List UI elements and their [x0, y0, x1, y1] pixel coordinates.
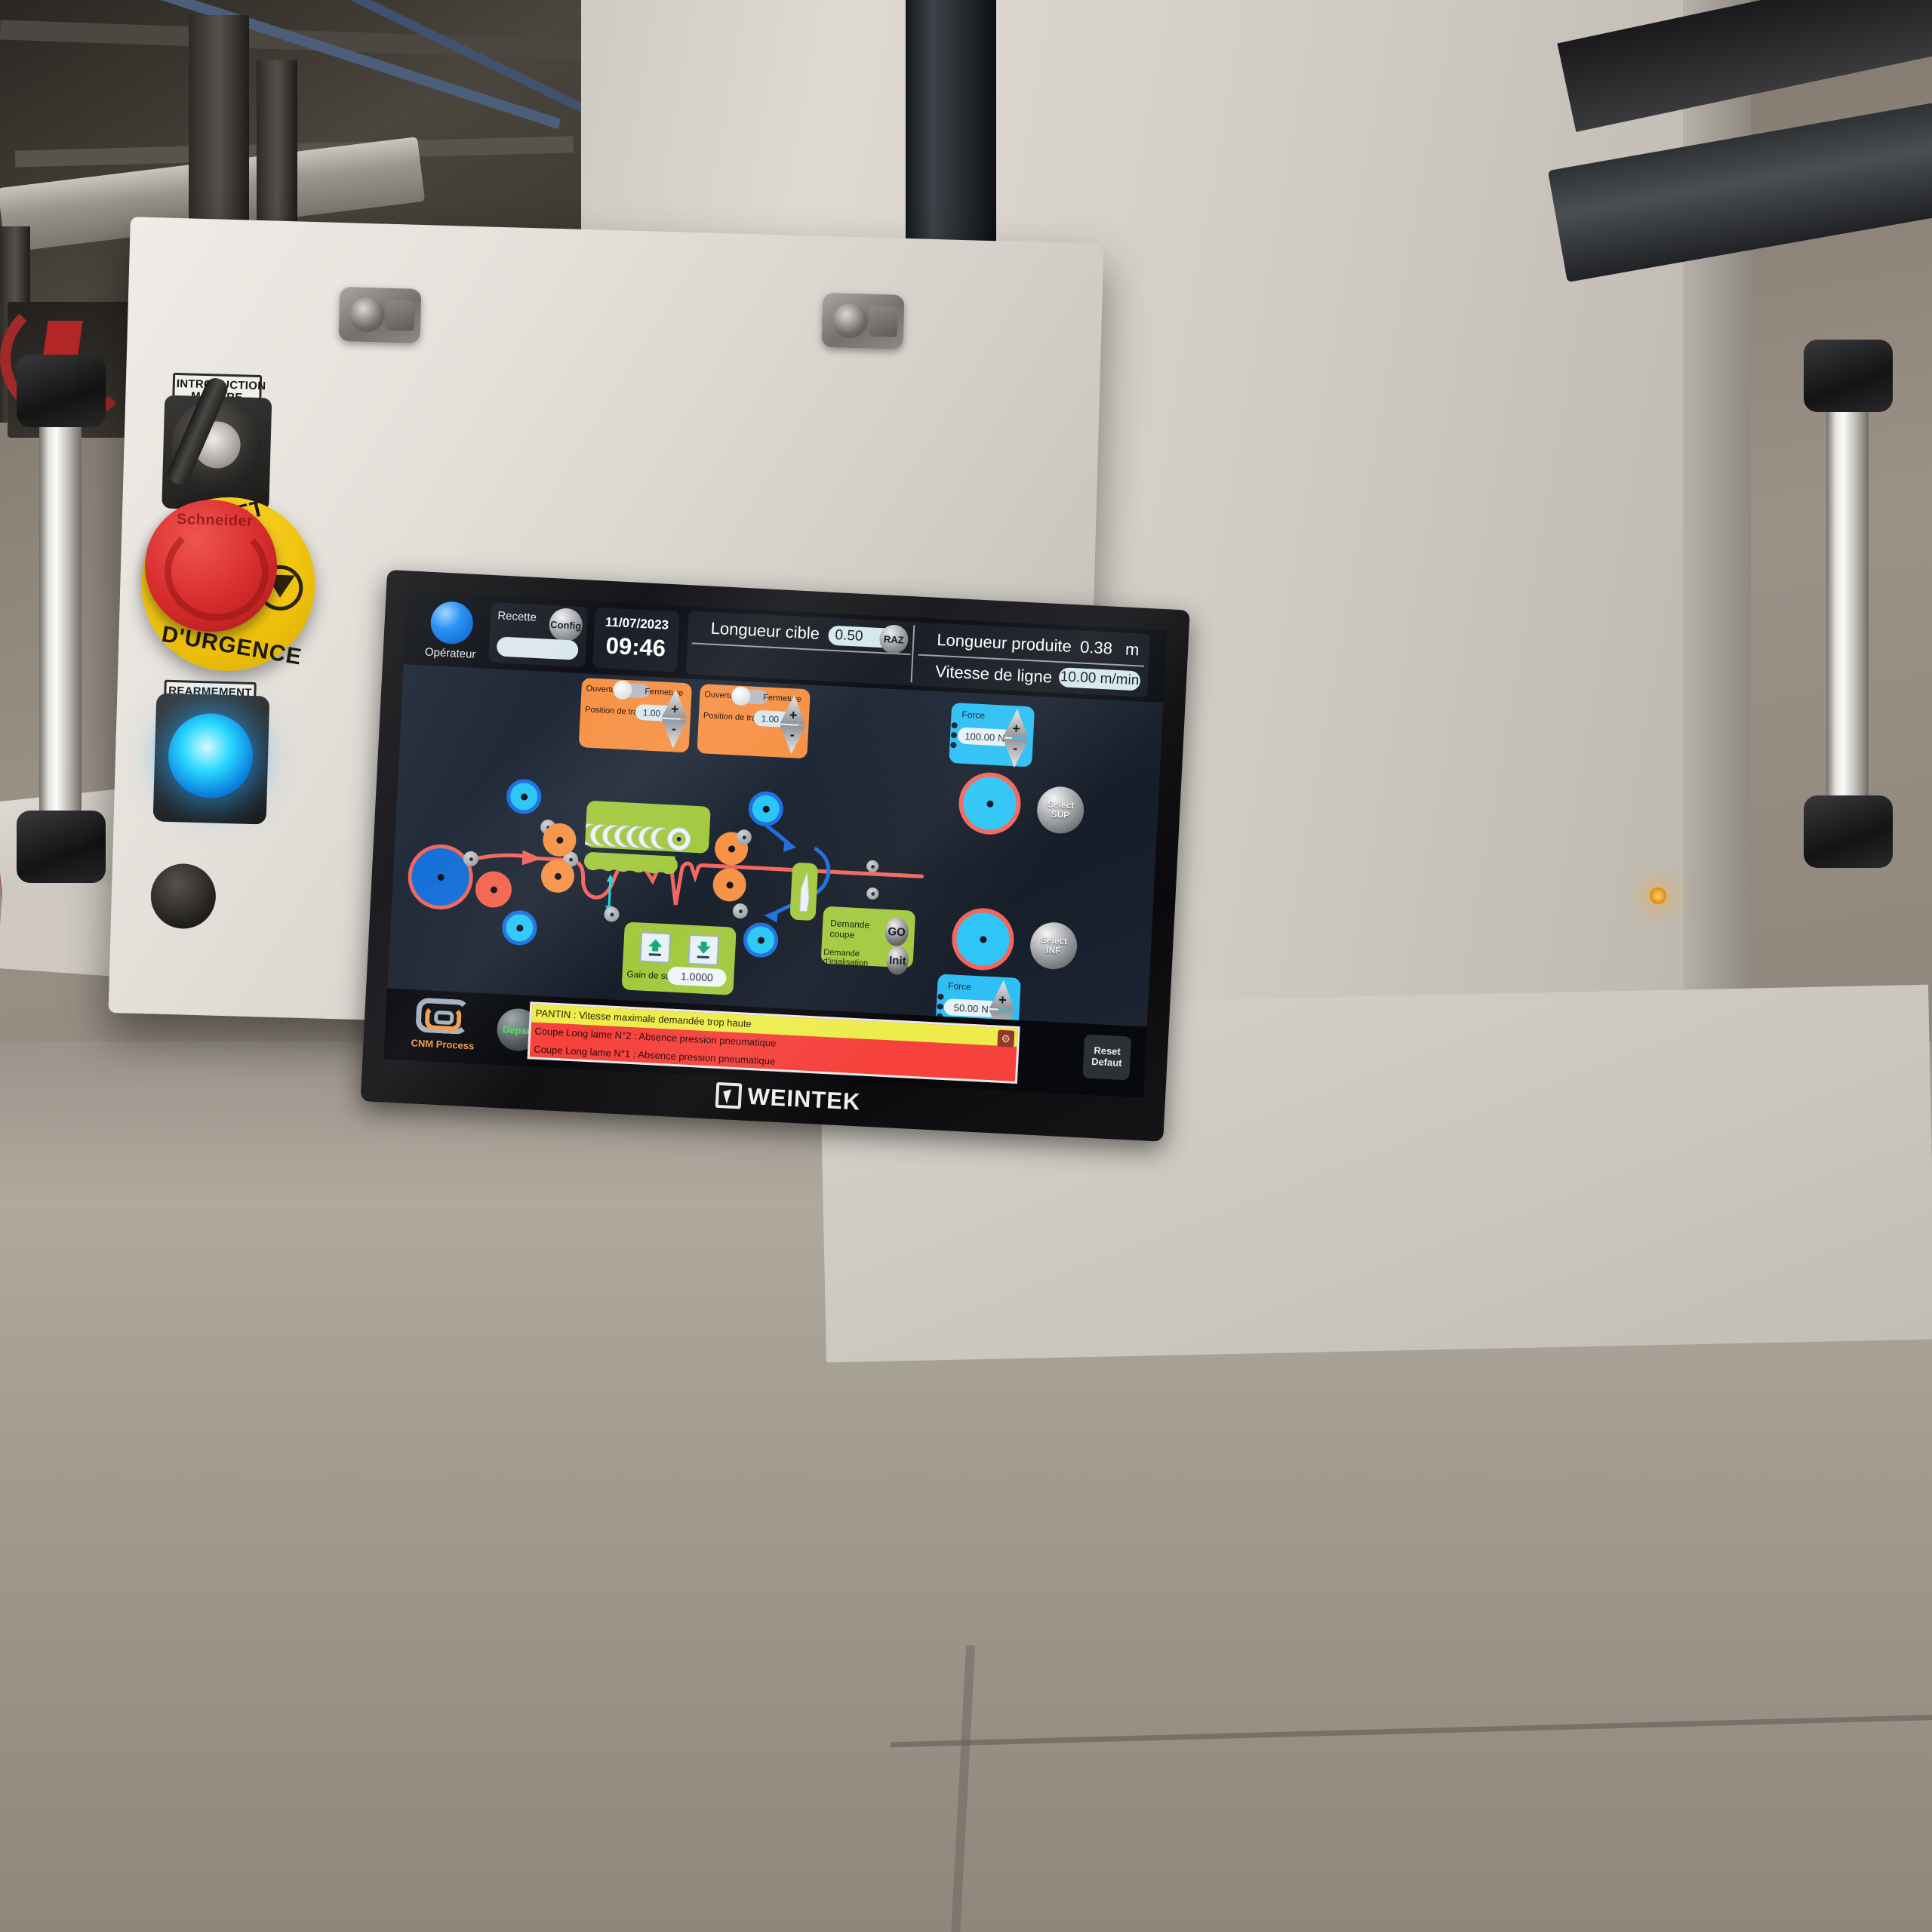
control-enclosure: INTRODUCTION MATIERE ARRET D'URGENCE Sch… — [108, 217, 1190, 1142]
force-sup-status-dots — [950, 721, 958, 752]
date-display: 11/07/2023 — [605, 614, 669, 632]
produced-length-label: Longueur produite — [936, 629, 1072, 656]
force-sup-spinner[interactable]: + - — [1001, 708, 1030, 768]
reset-fault-button[interactable]: Reset Defaut — [1082, 1034, 1132, 1081]
operator-lamp-icon — [429, 600, 475, 645]
emergency-stop-label-bottom: D'URGENCE — [159, 621, 304, 670]
cut-request-label: Demande coupe — [829, 918, 870, 940]
force-inf-value: 50.00 — [953, 1001, 979, 1014]
recipe-panel: Recette Config — [488, 601, 589, 668]
cnm-logo: CNM Process — [401, 997, 486, 1052]
force-inf-unit: N — [980, 1002, 989, 1015]
blade-2-spinner[interactable]: + - — [779, 695, 808, 755]
force-inf-label: Force — [947, 980, 972, 992]
blade-panel-1: Ouverture Fermeture Position de travail … — [578, 678, 693, 753]
handle-right-bar — [1826, 340, 1869, 868]
alarm-settings-gear-icon[interactable]: ⚙ — [997, 1029, 1015, 1048]
cut-request-row: Demande coupe GO — [829, 914, 909, 947]
blade-panel-2: Ouverture Fermeture Position de travail … — [697, 684, 811, 759]
cnm-logo-icon — [415, 997, 472, 1038]
blade-1-spinner[interactable]: + - — [660, 689, 689, 749]
produced-length-value: 0.38 — [1079, 637, 1113, 658]
hmi-screen: Opérateur Recette Config 11/07/2023 09:4… — [383, 592, 1168, 1098]
produced-length-unit: m — [1124, 639, 1140, 660]
handle-right[interactable] — [1804, 340, 1893, 868]
latch-keyway-right — [868, 306, 899, 337]
recipe-input[interactable] — [496, 636, 579, 660]
recipe-label: Recette — [497, 609, 537, 624]
handle-left-bar — [39, 355, 82, 883]
cabinet-latch-right[interactable] — [821, 292, 905, 349]
process-diagram-area: Ouverture Fermeture Position de travail … — [387, 664, 1164, 1026]
cabinet-latch-left[interactable] — [338, 286, 422, 343]
slitter-blades-icon — [583, 823, 691, 875]
blade-1-minus-label: - — [671, 721, 677, 737]
weintek-wordmark: WEINTEK — [746, 1082, 862, 1115]
force-sup-label: Force — [961, 709, 986, 721]
target-length-value: 0.50 — [835, 627, 864, 645]
cabinet-indicator-lamp — [1650, 888, 1666, 904]
handle-left-foot-bottom — [17, 811, 106, 883]
panel-blank-plug — [149, 863, 217, 930]
handle-left-foot-top — [17, 355, 106, 427]
datetime-panel: 11/07/2023 09:46 — [592, 607, 680, 672]
blade-2-plus-label: + — [789, 707, 798, 723]
blade-1-position-value: 1.00 — [642, 706, 661, 718]
config-button[interactable]: Config — [548, 607, 583, 643]
force-panel-sup: Force 100.00 N + - — [949, 702, 1035, 768]
measurements-divider-vertical — [910, 625, 915, 683]
cnm-logo-text: CNM Process — [411, 1037, 475, 1052]
overspeed-increase-button[interactable] — [639, 931, 672, 964]
time-display: 09:46 — [605, 632, 666, 662]
overspeed-gain-input[interactable]: 1.0000 — [666, 966, 727, 988]
latch-keyway-left — [385, 300, 416, 331]
select-sup-line2: SUP — [1051, 808, 1070, 821]
emergency-stop-brand: Schneider — [176, 511, 254, 530]
blade-1-plus-label: + — [670, 701, 680, 717]
target-length-label: Longueur cible — [710, 618, 820, 643]
scene-root: INTRODUCTION MATIERE ARRET D'URGENCE Sch… — [0, 0, 1932, 1932]
cut-request-panel: Demande coupe GO Demande d'inialisation … — [820, 906, 916, 976]
cut-request-go-button[interactable]: GO — [884, 916, 909, 947]
force-sup-plus: + — [1011, 721, 1021, 737]
raz-button[interactable]: RAZ — [878, 624, 909, 654]
arrow-up-icon — [648, 939, 663, 956]
blade-2-position-value: 1.00 — [761, 712, 780, 724]
line-speed-label: Vitesse de ligne — [934, 661, 1053, 687]
hmi-device: WEINTEK Opérateur Recette Config 11/07/2… — [360, 569, 1190, 1142]
operator-label: Opérateur — [424, 645, 476, 661]
line-speed-value[interactable]: 10.00 m/min — [1058, 667, 1141, 691]
init-request-button[interactable]: Init — [885, 946, 909, 976]
select-inf-line2: INF — [1045, 944, 1061, 956]
handle-right-foot-bottom — [1804, 795, 1893, 868]
reset-fault-line2: Defaut — [1091, 1055, 1122, 1069]
handle-left[interactable] — [17, 355, 106, 883]
force-sup-value: 100.00 — [964, 730, 995, 743]
overspeed-gain-panel: Gain de survitesse 1.0000 — [621, 921, 737, 995]
init-request-row: Demande d'inialisation Init — [823, 943, 909, 976]
init-request-label: Demande d'inialisation — [823, 947, 869, 968]
operator-indicator[interactable]: Opérateur — [422, 600, 481, 661]
force-inf-plus: + — [998, 992, 1008, 1008]
knife-icon — [799, 872, 810, 912]
weintek-brand: WEINTEK — [715, 1081, 862, 1116]
force-sup-minus: - — [1012, 740, 1018, 756]
arrow-down-icon — [697, 941, 711, 959]
handle-right-foot-top — [1804, 340, 1893, 412]
blade-2-minus-label: - — [789, 727, 795, 743]
weintek-cursor-icon — [715, 1081, 743, 1109]
overspeed-decrease-button[interactable] — [688, 934, 720, 966]
